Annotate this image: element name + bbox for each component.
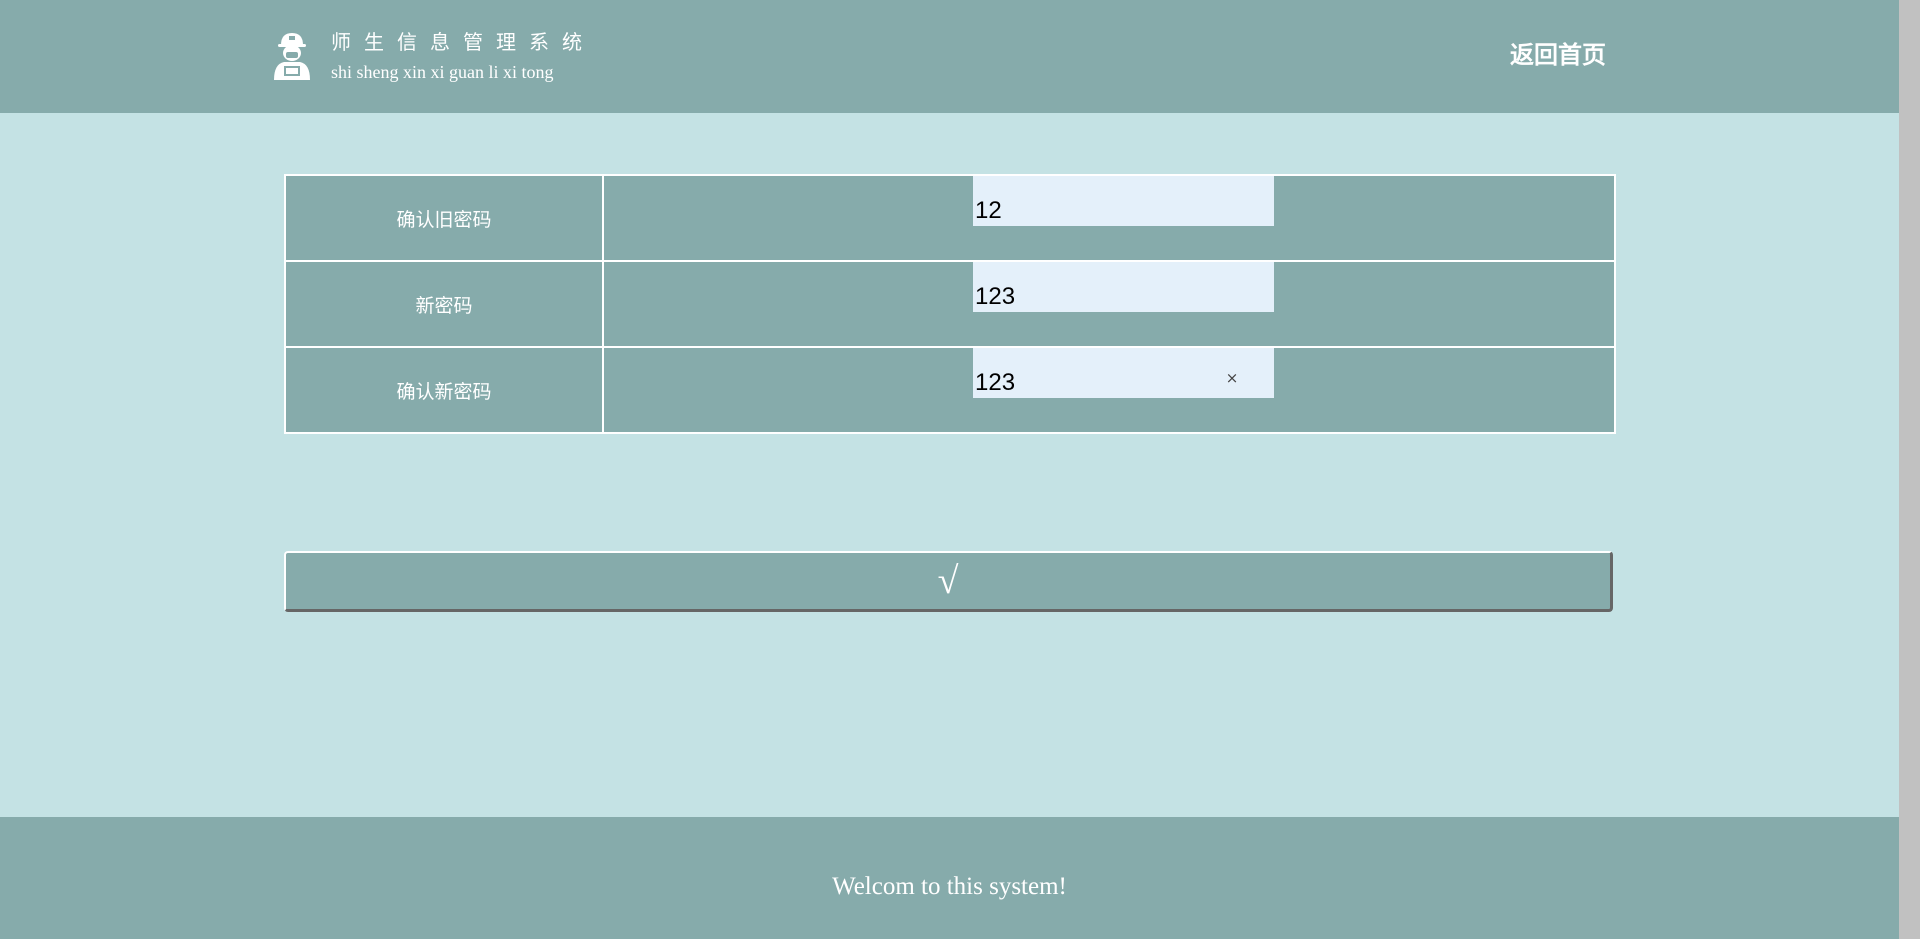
- new-password-row: 新密码: [284, 260, 1616, 348]
- confirm-password-cell: ×: [602, 346, 1616, 434]
- old-password-row: 确认旧密码: [284, 174, 1616, 262]
- clear-input-icon[interactable]: ×: [1224, 370, 1240, 386]
- vertical-scrollbar[interactable]: [1899, 0, 1920, 939]
- confirm-password-label: 确认新密码: [284, 346, 604, 434]
- header-bar: 师生信息管理系统 shi sheng xin xi guan li xi ton…: [0, 0, 1899, 113]
- worker-avatar-icon: [274, 33, 310, 80]
- return-home-link[interactable]: 返回首页: [1510, 38, 1606, 72]
- system-title: 师生信息管理系统: [331, 30, 595, 54]
- system-title-pinyin: shi sheng xin xi guan li xi tong: [331, 62, 554, 82]
- old-password-input[interactable]: [973, 176, 1274, 226]
- page: 师生信息管理系统 shi sheng xin xi guan li xi ton…: [0, 0, 1899, 939]
- footer-welcome-text: Welcom to this system!: [832, 873, 1067, 900]
- new-password-label: 新密码: [284, 260, 604, 348]
- submit-button[interactable]: √: [284, 551, 1613, 612]
- confirm-password-row: 确认新密码 ×: [284, 346, 1616, 434]
- old-password-cell: [602, 174, 1616, 262]
- password-form-table: 确认旧密码 新密码 确认新密码 ×: [284, 174, 1616, 434]
- old-password-label: 确认旧密码: [284, 174, 604, 262]
- new-password-input[interactable]: [973, 262, 1274, 312]
- new-password-cell: [602, 260, 1616, 348]
- footer-bar: Welcom to this system!: [0, 817, 1899, 939]
